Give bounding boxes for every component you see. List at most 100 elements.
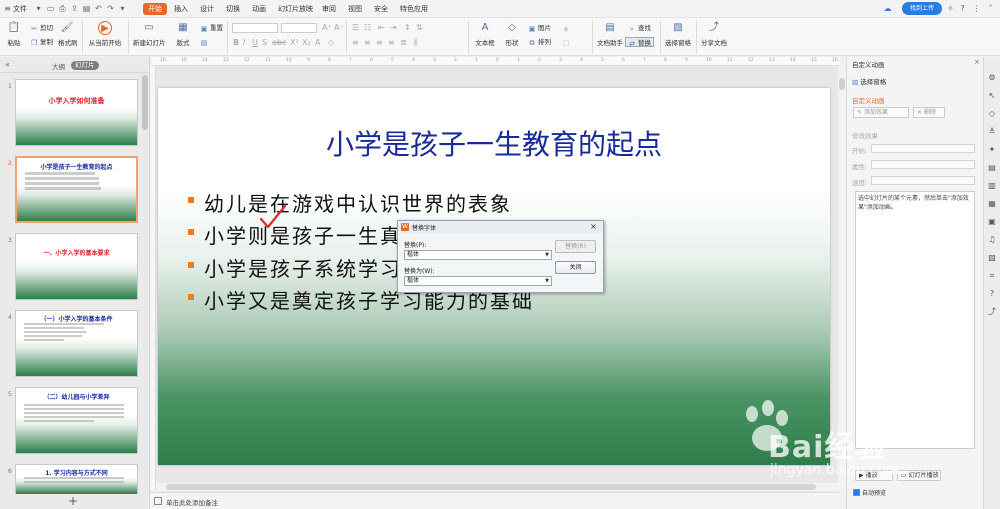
font-color-icon[interactable]: A [315, 38, 320, 48]
columns-icon[interactable]: ⫼ [414, 38, 418, 48]
bullets-icon[interactable]: ☰ [352, 23, 359, 33]
tab-slides[interactable]: 幻灯片 [71, 61, 99, 70]
tab-security[interactable]: 安全 [374, 4, 388, 15]
tab-features[interactable]: 特色应用 [400, 4, 428, 15]
select-pane-button[interactable]: ▧ 选择窗格 [665, 21, 691, 47]
notes-placeholder[interactable]: 单击此处添加备注 [166, 497, 218, 507]
shape-button[interactable]: ◇ 形状 [502, 21, 522, 47]
replace-button[interactable]: ⇄ 替换 [625, 37, 654, 48]
outline-button[interactable]: ▢ [562, 37, 572, 47]
bold-icon[interactable]: B [233, 38, 239, 48]
redo-icon[interactable]: ↷ [106, 4, 115, 13]
cloud-icon[interactable]: ☁ [883, 4, 892, 13]
horizontal-scrollbar[interactable] [156, 483, 840, 491]
text-direction-icon[interactable]: ⇅ [416, 23, 423, 33]
slide-thumbnail-5[interactable]: （二）幼儿园与小学差异 [15, 387, 138, 454]
start-combo[interactable] [871, 144, 975, 153]
arrange-button[interactable]: ⧉ 排列 [528, 37, 552, 47]
scroll-thumb[interactable] [166, 484, 816, 490]
font-name-combo[interactable] [232, 23, 278, 33]
notes-bar[interactable]: 单击此处添加备注 [150, 492, 840, 509]
transition-icon[interactable]: ▥ [987, 181, 997, 191]
from-current-button[interactable]: ▶ 从当前开始 [88, 21, 122, 47]
font-size-combo[interactable] [281, 23, 317, 33]
audio-icon[interactable]: ♫ [987, 235, 997, 245]
upload-button[interactable]: 找到上传 [902, 2, 942, 15]
increase-font-icon[interactable]: A⁺ [322, 23, 332, 33]
replace-with-select[interactable]: 楷体 ▼ [404, 276, 552, 286]
close-icon[interactable]: × [974, 58, 980, 66]
speed-combo[interactable] [871, 176, 975, 185]
subscript-icon[interactable]: X₂ [302, 38, 311, 48]
section-button[interactable]: ▤ [200, 37, 210, 47]
align-right-icon[interactable]: ≡ [376, 38, 383, 48]
media-icon[interactable]: ▣ [987, 217, 997, 227]
more-icon[interactable]: ▾ [118, 4, 127, 13]
help-icon[interactable]: ? [958, 4, 967, 13]
chevron-down-icon[interactable]: ▾ [34, 4, 43, 13]
justify-icon[interactable]: ≡ [388, 38, 395, 48]
align-left-icon[interactable]: ≡ [352, 38, 359, 48]
close-button[interactable]: 关闭 [555, 261, 596, 274]
slide-title[interactable]: 小学是孩子一生教育的起点 [158, 123, 830, 163]
collapse-pane-icon[interactable]: « [3, 60, 12, 69]
property-combo[interactable] [871, 160, 975, 169]
cursor-icon[interactable]: ↖ [987, 91, 997, 101]
new-slide-button[interactable]: ▭ 新建幻灯片 [133, 21, 166, 47]
save-icon[interactable]: ▭ [46, 4, 55, 13]
clear-format-icon[interactable]: ◇ [328, 38, 334, 48]
tab-insert[interactable]: 插入 [174, 4, 188, 15]
add-slide-button[interactable]: + [68, 494, 78, 508]
strike-icon[interactable]: abc [272, 38, 286, 48]
tab-animation[interactable]: 动画 [252, 4, 266, 15]
tab-slideshow[interactable]: 幻灯片放映 [278, 4, 313, 15]
menu-icon[interactable]: ≡ [3, 4, 12, 13]
sliders-icon[interactable]: ≚ [987, 127, 997, 137]
slide-thumbnail-6[interactable]: 1. 学习内容与方式不同 [15, 464, 138, 494]
more-dots-icon[interactable]: ⋮ [972, 4, 981, 13]
align-center-icon[interactable]: ≡ [364, 38, 371, 48]
share-doc-button[interactable]: ⤴ 分享文档 [701, 21, 727, 47]
numbering-icon[interactable]: ☷ [364, 23, 371, 33]
settings-icon[interactable]: ⚙ [987, 73, 997, 83]
paste-button[interactable]: 📋 粘贴 [5, 21, 23, 47]
slide-thumbnail-3[interactable]: 一、小学入学的基本要求 [15, 233, 138, 300]
image-icon[interactable]: ▨ [987, 253, 997, 263]
cut-button[interactable]: ✂ 剪切 [30, 23, 53, 33]
copy-button[interactable]: ❐ 复制 [30, 37, 53, 47]
replace-font-select[interactable]: 楷体 ▼ [404, 250, 552, 260]
collapse-ribbon-icon[interactable]: ˄ [986, 4, 995, 13]
crop-icon[interactable]: ⌗ [987, 271, 997, 281]
undo-icon[interactable]: ↶ [94, 4, 103, 13]
decrease-font-icon[interactable]: A⁻ [334, 23, 344, 33]
delete-button[interactable]: ✕ 删除 [913, 107, 945, 118]
italic-icon[interactable]: I [243, 38, 245, 48]
distribute-icon[interactable]: ≣ [400, 38, 407, 48]
superscript-icon[interactable]: X² [290, 38, 299, 48]
indent-decrease-icon[interactable]: ⇤ [378, 23, 385, 33]
tab-view[interactable]: 视图 [348, 4, 362, 15]
doc-assistant-button[interactable]: ▤ 文档助手 [597, 21, 623, 47]
document-icon[interactable]: ▤ [987, 163, 997, 173]
close-icon[interactable]: × [590, 222, 597, 231]
shadow-icon[interactable]: S [262, 38, 267, 48]
select-pane-link[interactable]: ▧ 选择窗格 [852, 76, 886, 86]
preview-icon[interactable]: ▤ [82, 4, 91, 13]
help-icon[interactable]: ? [987, 289, 997, 299]
layout-button[interactable]: ▦ 版式 [174, 21, 192, 47]
tab-outline[interactable]: 大纲 [52, 61, 65, 71]
print-icon[interactable]: ⎙ [58, 4, 67, 13]
export-icon[interactable]: ⇪ [70, 4, 79, 13]
indent-increase-icon[interactable]: ⇥ [390, 23, 397, 33]
fill-button[interactable]: ◈ [562, 23, 572, 33]
tab-design[interactable]: 设计 [200, 4, 214, 15]
shapes-icon[interactable]: ◇ [987, 109, 997, 119]
add-effect-button[interactable]: ✎ 添加效果 [853, 107, 909, 118]
format-painter-button[interactable]: 🖌 格式刷 [58, 21, 78, 47]
share-icon[interactable]: ⤴ [987, 307, 997, 317]
slide-thumbnail-2[interactable]: 小学是孩子一生教育的起点 [15, 156, 138, 223]
file-menu[interactable]: 文件 [13, 4, 27, 15]
picture-button[interactable]: ▣ 图片 [528, 23, 551, 33]
dialog-titlebar[interactable]: W 替换字体 × [398, 221, 603, 233]
underline-icon[interactable]: U [252, 38, 258, 48]
